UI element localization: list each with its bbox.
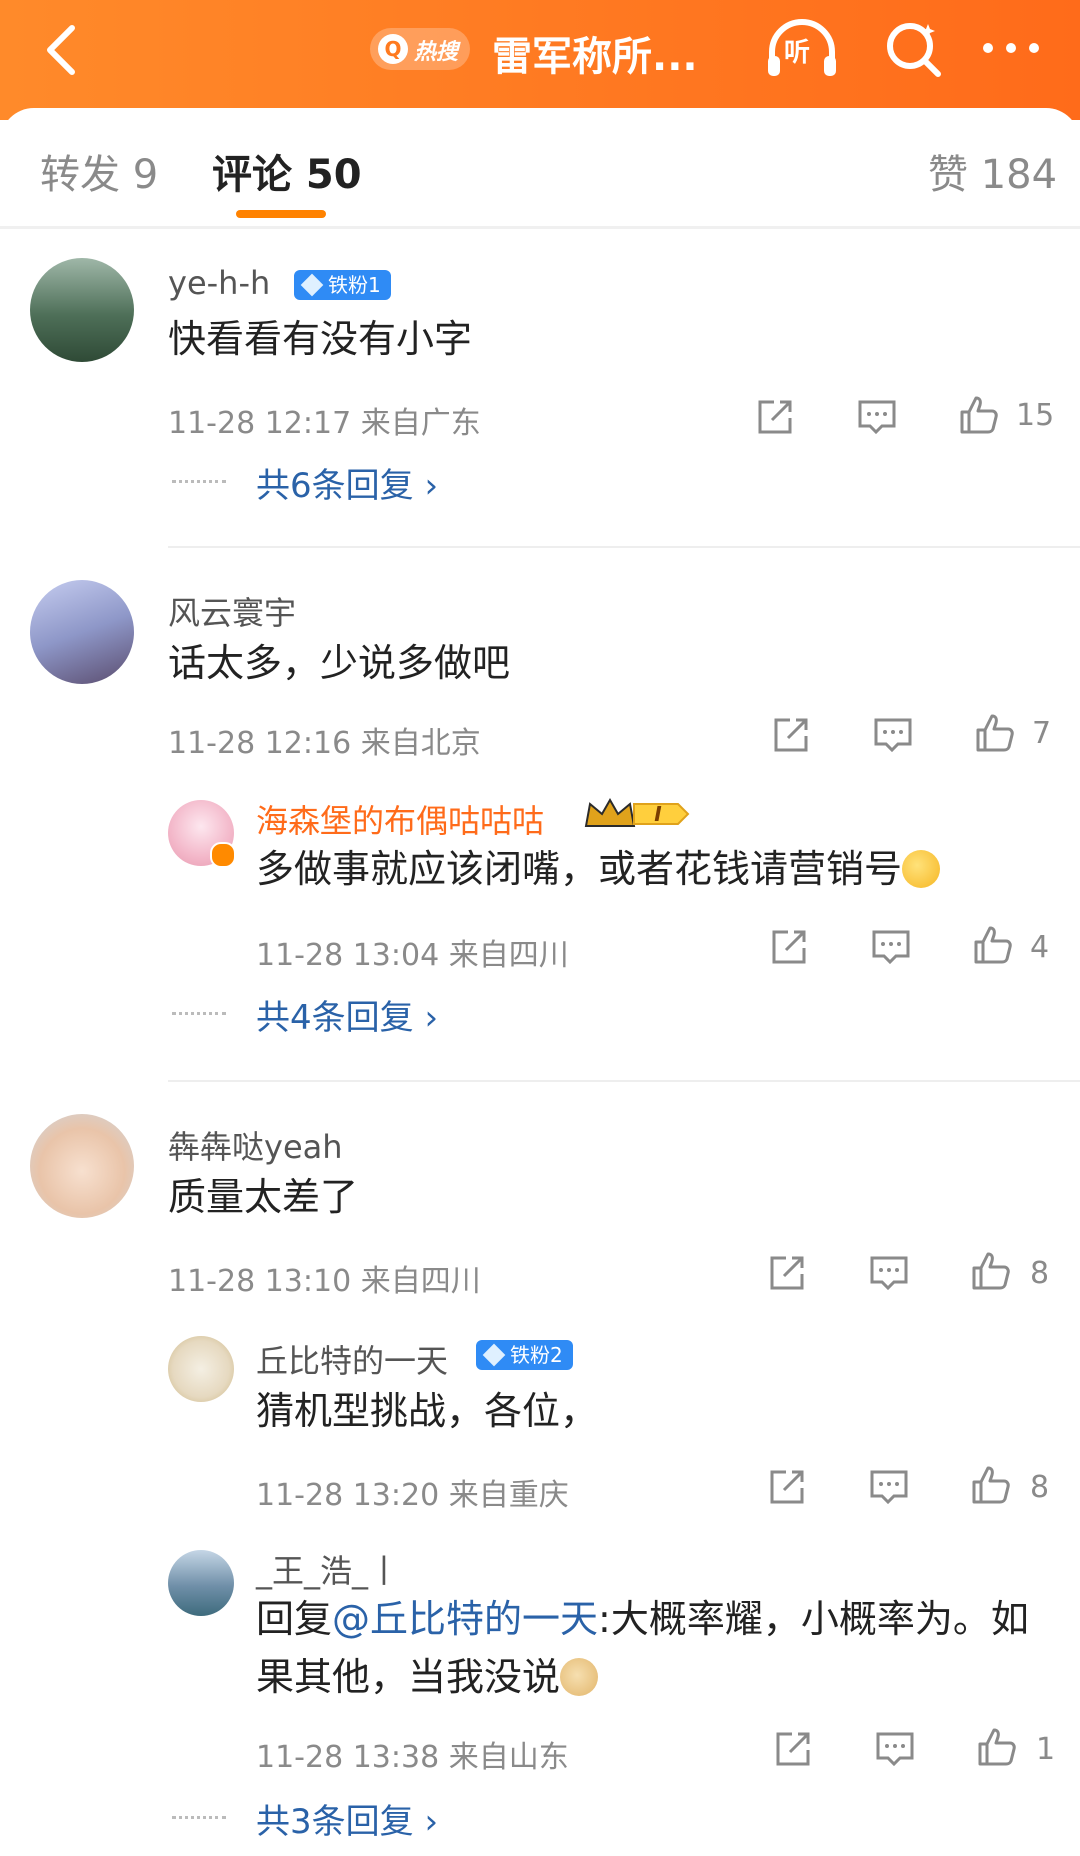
- tab-bar: 转发 9 评论 50 赞 184: [0, 108, 1080, 226]
- reply-prefix: 回复: [256, 1597, 333, 1641]
- comment-meta: 11-28 12:17 来自广东: [168, 406, 481, 441]
- reply-text-content: 多做事就应该闭嘴，或者花钱请营销号: [256, 847, 903, 891]
- fan-badge: 铁粉1: [294, 270, 391, 300]
- view-replies-link[interactable]: 共6条回复 ›: [256, 458, 438, 507]
- divider: [0, 226, 1080, 229]
- diamond-icon: [300, 273, 324, 297]
- comment-icon[interactable]: [868, 1252, 910, 1294]
- blush-emoji-icon: [902, 850, 941, 888]
- comment-text: 话太多，少说多做吧: [168, 641, 511, 685]
- comment-icon[interactable]: [872, 714, 914, 756]
- avatar[interactable]: [168, 1550, 234, 1616]
- reply-text-line2: 果其他，当我没说: [256, 1648, 599, 1706]
- replies-dots: [172, 480, 226, 489]
- share-icon[interactable]: [768, 926, 810, 968]
- like-icon[interactable]: [970, 1250, 1012, 1292]
- fan-badge: 铁粉2: [476, 1340, 573, 1370]
- like-icon[interactable]: [970, 1464, 1012, 1506]
- comment-text: 快看看有没有小字: [168, 317, 473, 361]
- reply-text-content: :大概率耀，小概率为。如: [598, 1597, 1029, 1641]
- reply-meta: 11-28 13:38 来自山东: [256, 1740, 569, 1775]
- avatar[interactable]: [168, 1336, 234, 1402]
- reply-text: 猜机型挑战，各位，: [256, 1389, 599, 1433]
- reply-meta: 11-28 13:04 来自四川: [256, 938, 569, 973]
- avatar[interactable]: [30, 1114, 134, 1218]
- comment-icon[interactable]: [874, 1728, 916, 1770]
- share-icon[interactable]: [766, 1252, 808, 1294]
- replies-dots: [172, 1816, 226, 1825]
- comment-author[interactable]: 风云寰宇: [168, 588, 296, 634]
- fan-badge-label: 铁粉2: [510, 1343, 563, 1367]
- like-count: 15: [1016, 398, 1055, 433]
- mention-link[interactable]: @丘比特的一天: [332, 1597, 598, 1641]
- like-count: 4: [1030, 930, 1050, 965]
- hot-search-badge[interactable]: Q 热搜: [370, 28, 470, 70]
- like-icon[interactable]: [958, 394, 1000, 436]
- share-icon[interactable]: [770, 714, 812, 756]
- divider: [168, 1080, 1080, 1082]
- reply-text: 多做事就应该闭嘴，或者花钱请营销号: [256, 840, 941, 898]
- comment-author[interactable]: ye-h-h: [168, 264, 270, 302]
- crown-icon: I: [584, 797, 690, 827]
- avatar[interactable]: [30, 258, 134, 362]
- reply-text-content: 果其他，当我没说: [256, 1655, 561, 1699]
- level-badge-label: I: [654, 802, 662, 826]
- like-count: 8: [1030, 1256, 1050, 1291]
- doge-emoji-icon: [560, 1658, 599, 1696]
- comment-icon[interactable]: [868, 1466, 910, 1508]
- divider: [168, 546, 1080, 548]
- verified-badge-icon: [210, 842, 236, 868]
- back-arrow-icon[interactable]: [34, 20, 94, 80]
- comment-icon[interactable]: [856, 396, 898, 438]
- comment-meta: 11-28 13:10 来自四川: [168, 1264, 481, 1299]
- reply-author[interactable]: 海森堡的布偶咕咕咕: [256, 796, 544, 842]
- fan-badge-label: 铁粉1: [328, 273, 381, 297]
- active-tab-indicator: [236, 210, 326, 218]
- share-icon[interactable]: [772, 1728, 814, 1770]
- comment-meta: 11-28 12:16 来自北京: [168, 726, 481, 761]
- diamond-icon: [482, 1343, 506, 1367]
- top-bar: Q 热搜 雷军称所... 听: [0, 0, 1080, 120]
- reply-text-line1: 回复@丘比特的一天:大概率耀，小概率为。如: [256, 1590, 1029, 1648]
- like-count: 1: [1036, 1732, 1056, 1767]
- share-icon[interactable]: [766, 1466, 808, 1508]
- hot-search-icon: Q: [378, 34, 408, 64]
- view-replies-link[interactable]: 共4条回复 ›: [256, 990, 438, 1039]
- like-count: 8: [1030, 1470, 1050, 1505]
- comment-text: 质量太差了: [168, 1175, 359, 1219]
- comments-sheet: 转发 9 评论 50 赞 184 ye-h-h 铁粉1 快看看有没有小字 11-…: [0, 108, 1080, 1856]
- comment-icon[interactable]: [870, 926, 912, 968]
- listen-button[interactable]: 听: [762, 18, 842, 82]
- tab-comments[interactable]: 评论 50: [212, 142, 362, 200]
- tab-likes[interactable]: 赞 184: [928, 142, 1057, 200]
- like-count: 7: [1032, 716, 1052, 751]
- reply-meta: 11-28 13:20 来自重庆: [256, 1478, 569, 1513]
- like-icon[interactable]: [972, 924, 1014, 966]
- search-icon[interactable]: [882, 18, 944, 80]
- avatar[interactable]: [30, 580, 134, 684]
- view-replies-link[interactable]: 共3条回复 ›: [256, 1794, 438, 1843]
- hot-search-label: 热搜: [414, 40, 459, 65]
- more-options-icon[interactable]: [976, 18, 1046, 78]
- share-icon[interactable]: [754, 396, 796, 438]
- comment-author[interactable]: 犇犇哒yeah: [168, 1122, 343, 1168]
- listen-label: 听: [784, 38, 811, 68]
- like-icon[interactable]: [976, 1726, 1018, 1768]
- reply-author[interactable]: _王_浩_丨: [256, 1546, 400, 1592]
- replies-dots: [172, 1012, 226, 1021]
- reply-author[interactable]: 丘比特的一天: [256, 1336, 448, 1382]
- tab-repost[interactable]: 转发 9: [40, 142, 158, 200]
- page-title[interactable]: 雷军称所...: [492, 24, 698, 82]
- like-icon[interactable]: [974, 712, 1016, 754]
